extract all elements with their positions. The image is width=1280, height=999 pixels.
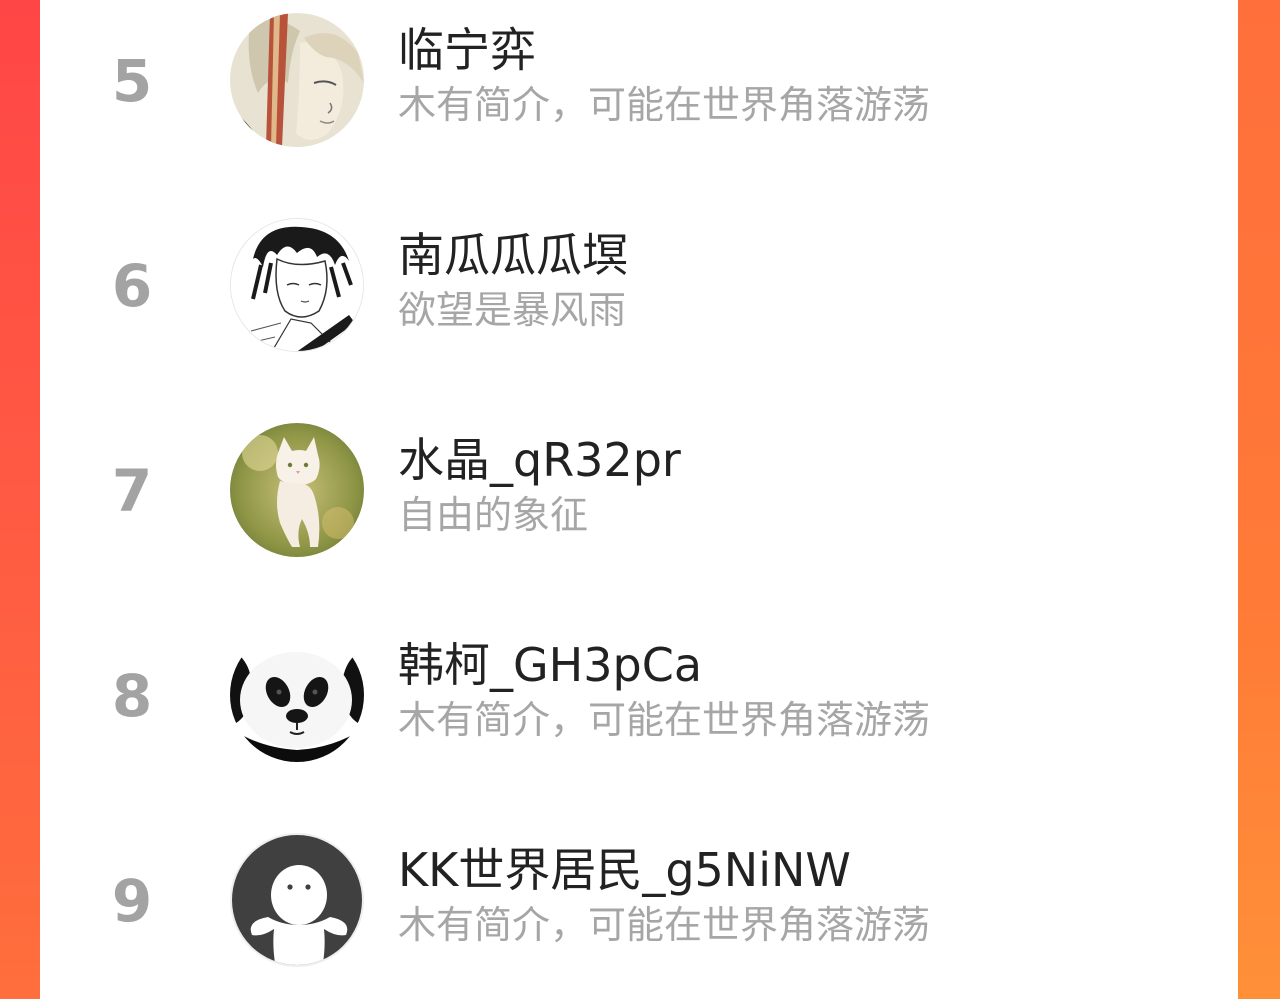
user-name[interactable]: 临宁弈	[398, 27, 536, 73]
panda-avatar-icon[interactable]	[230, 628, 364, 762]
white-cat-avatar-icon[interactable]	[230, 423, 364, 557]
background-left-edge	[0, 0, 40, 999]
rank-number: 9	[111, 867, 153, 935]
rank-number: 7	[111, 457, 153, 525]
user-bio: 木有简介，可能在世界角落游荡	[398, 903, 931, 947]
user-name[interactable]: 韩柯_GH3pCa	[398, 642, 702, 688]
user-bio: 木有简介，可能在世界角落游荡	[398, 698, 931, 742]
user-bio: 木有简介，可能在世界角落游荡	[398, 83, 931, 127]
ranking-list-panel: 5 临宁弈 木有简介，可能在世界角落游荡 6 南瓜瓜瓜塓 欲望是暴风雨 7 水晶…	[40, 0, 1238, 999]
ranking-list-item[interactable]: 7 水晶_qR32pr 自由的象征	[40, 410, 1238, 615]
user-bio: 欲望是暴风雨	[398, 288, 627, 332]
background-right-edge	[1238, 0, 1280, 999]
anime-portrait-avatar-icon[interactable]	[230, 13, 364, 147]
default-user-avatar-icon[interactable]	[230, 833, 364, 967]
ranking-list-item[interactable]: 9 KK世界居民_g5NiNW 木有简介，可能在世界角落游荡	[40, 820, 1238, 999]
rank-number: 5	[111, 47, 153, 115]
rank-number: 8	[111, 662, 153, 730]
ranking-list-item[interactable]: 5 临宁弈 木有简介，可能在世界角落游荡	[40, 0, 1238, 205]
rank-number: 6	[111, 252, 153, 320]
user-name[interactable]: 水晶_qR32pr	[398, 437, 681, 483]
ranking-list-item[interactable]: 8 韩柯_GH3pCa 木有简介，可能在世界角落游荡	[40, 615, 1238, 820]
ranking-list-item[interactable]: 6 南瓜瓜瓜塓 欲望是暴风雨	[40, 205, 1238, 410]
sketch-portrait-avatar-icon[interactable]	[230, 218, 364, 352]
user-name[interactable]: 南瓜瓜瓜塓	[398, 232, 628, 278]
user-bio: 自由的象征	[398, 493, 589, 537]
user-name[interactable]: KK世界居民_g5NiNW	[398, 847, 851, 893]
